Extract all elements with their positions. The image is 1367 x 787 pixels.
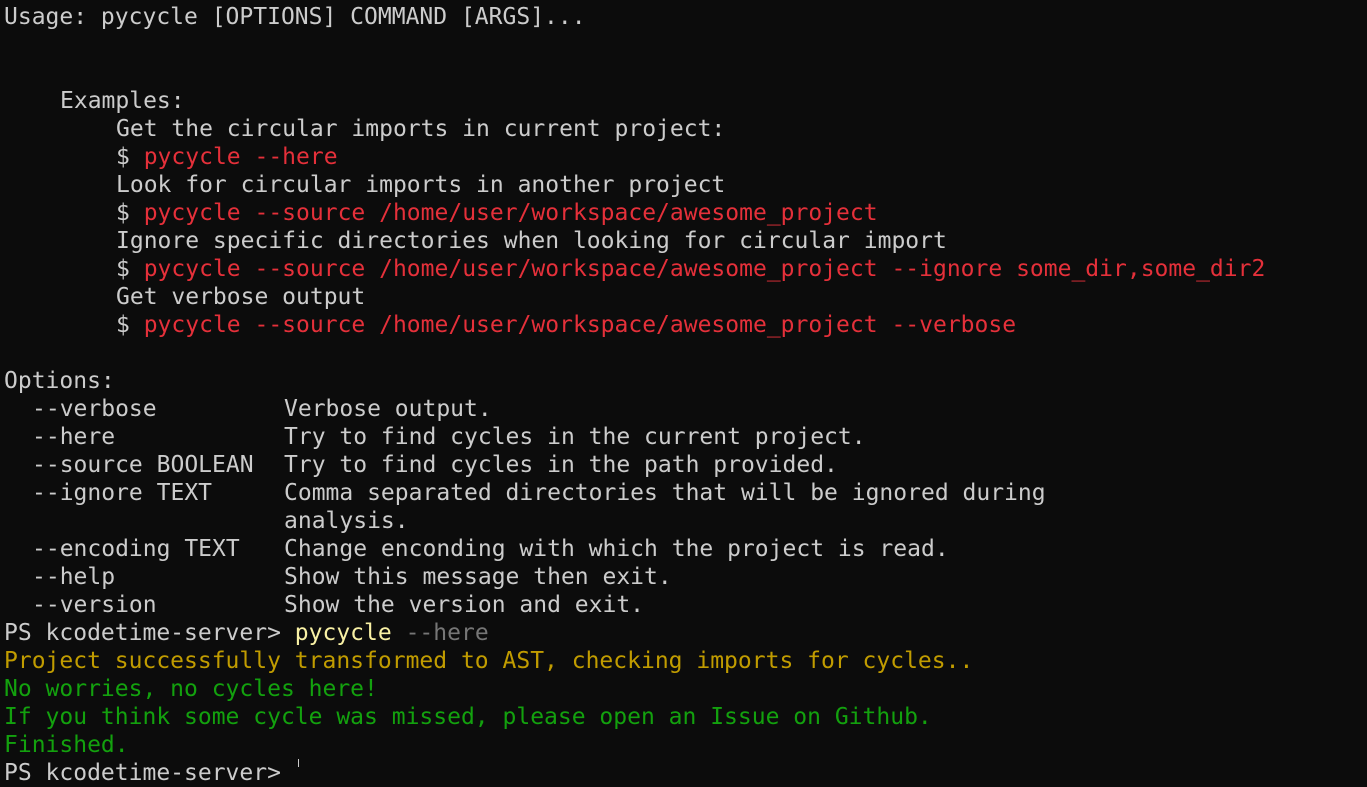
- option-flag: --here: [32, 424, 116, 450]
- examples-header: Examples:: [60, 88, 185, 114]
- example-command: pycycle --source /home/user/workspace/aw…: [143, 256, 1266, 282]
- shell-prompt-symbol: $: [116, 312, 144, 338]
- shell-prompt: PS kcodetime-server>: [4, 620, 295, 646]
- terminal-window[interactable]: { "terminal": { "usage": "Usage: pycycle…: [0, 0, 1367, 786]
- example-command-line: $ pycycle --here: [4, 143, 1367, 171]
- example-description: Get verbose output: [116, 284, 366, 310]
- option-row: --encoding TEXT Change enconding with whi…: [4, 535, 1367, 563]
- option-flag: --version: [32, 592, 157, 618]
- text-cursor: [298, 759, 299, 767]
- option-row: --here Try to find cycles in the current …: [4, 423, 1367, 451]
- usage-line: Usage: pycycle [OPTIONS] COMMAND [ARGS].…: [4, 4, 586, 30]
- prompt-line: PS kcodetime-server> pycycle --here: [4, 619, 1367, 647]
- output-finished-line: Finished.: [4, 732, 129, 758]
- entered-command: pycycle: [294, 620, 392, 646]
- option-row: --help Show this message then exit.: [4, 563, 1367, 591]
- output-issue-line: If you think some cycle was missed, plea…: [4, 704, 932, 730]
- option-description: Try to find cycles in the current projec…: [284, 424, 866, 450]
- option-row: --version Show the version and exit.: [4, 591, 1367, 619]
- next-prompt-line: PS kcodetime-server>: [4, 760, 295, 786]
- example-description: Ignore specific directories when looking…: [116, 228, 947, 254]
- shell-prompt-symbol: $: [116, 256, 144, 282]
- option-flag: --help: [32, 564, 116, 590]
- option-description-continuation: analysis.: [284, 508, 409, 534]
- option-description: Comma separated directories that will be…: [284, 480, 1046, 506]
- output-no-cycles-line: No worries, no cycles here!: [4, 676, 378, 702]
- shell-prompt-symbol: $: [116, 200, 144, 226]
- option-row: --ignore TEXT Comma separated directories…: [4, 479, 1367, 507]
- example-description: Get the circular imports in current proj…: [116, 116, 726, 142]
- option-row: --source BOOLEAN Try to find cycles in th…: [4, 451, 1367, 479]
- option-flag: --encoding TEXT: [32, 536, 240, 562]
- entered-argument: --here: [391, 620, 489, 646]
- shell-prompt-symbol: $: [116, 144, 144, 170]
- option-description: Verbose output.: [284, 396, 492, 422]
- example-description: Look for circular imports in another pro…: [116, 172, 726, 198]
- option-description: Try to find cycles in the path provided.: [284, 452, 838, 478]
- option-description: Show this message then exit.: [284, 564, 672, 590]
- option-row: --verbose Verbose output.: [4, 395, 1367, 423]
- option-flag: --ignore TEXT: [32, 480, 213, 506]
- example-command-line: $ pycycle --source /home/user/workspace/…: [4, 255, 1367, 283]
- terminal-output[interactable]: Usage: pycycle [OPTIONS] COMMAND [ARGS].…: [4, 3, 1367, 786]
- options-header: Options:: [4, 368, 115, 394]
- option-flag: --source BOOLEAN: [32, 452, 254, 478]
- option-description: Show the version and exit.: [284, 592, 645, 618]
- example-command: pycycle --source /home/user/workspace/aw…: [143, 200, 878, 226]
- example-command-line: $ pycycle --source /home/user/workspace/…: [4, 311, 1367, 339]
- output-transform-line: Project successfully transformed to AST,…: [4, 648, 974, 674]
- example-command-line: $ pycycle --source /home/user/workspace/…: [4, 199, 1367, 227]
- option-flag: --verbose: [32, 396, 157, 422]
- option-description: Change enconding with which the project …: [284, 536, 949, 562]
- example-command: pycycle --here: [143, 144, 338, 170]
- example-command: pycycle --source /home/user/workspace/aw…: [143, 312, 1017, 338]
